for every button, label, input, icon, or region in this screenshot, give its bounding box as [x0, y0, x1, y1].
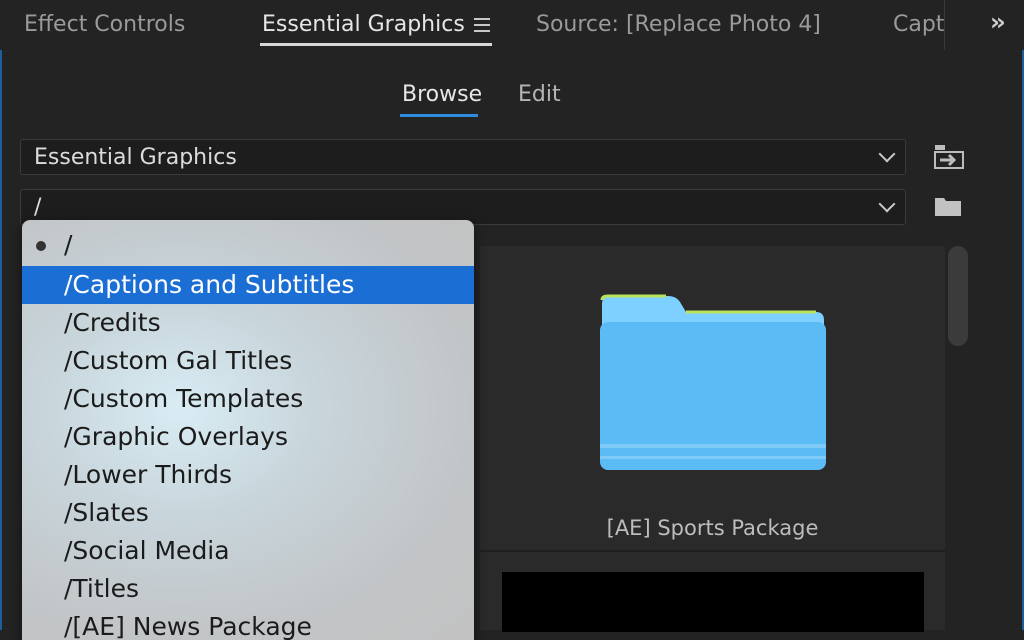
menu-item[interactable]: /: [22, 226, 474, 264]
folder-icon[interactable]: [598, 294, 826, 474]
menu-item-label: /Graphic Overlays: [64, 422, 288, 451]
menu-item-label: /Credits: [64, 308, 161, 337]
folder-dropdown-value: /: [34, 195, 42, 220]
library-dropdown-value: Essential Graphics: [34, 145, 237, 170]
tab-essential-graphics[interactable]: Essential Graphics: [262, 12, 465, 37]
menu-item-label: /[AE] News Package: [64, 612, 312, 640]
subtab-active-indicator: [400, 114, 478, 117]
menu-item-label: /: [64, 230, 73, 259]
menu-item[interactable]: /Captions and Subtitles: [22, 266, 474, 304]
grid-divider: [480, 550, 945, 552]
menu-item[interactable]: /Custom Templates: [22, 380, 474, 418]
tab-source[interactable]: Source: [Replace Photo 4]: [536, 12, 821, 37]
menu-item-label: /Captions and Subtitles: [64, 270, 355, 299]
tab-captions[interactable]: Capt: [893, 12, 944, 37]
menu-item-label: /Lower Thirds: [64, 460, 233, 489]
menu-item-label: /Custom Templates: [64, 384, 304, 413]
template-thumbnail[interactable]: [502, 572, 924, 632]
menu-item[interactable]: /[AE] News Package: [22, 608, 474, 640]
library-dropdown[interactable]: Essential Graphics: [20, 139, 906, 175]
panel-tab-bar: Effect Controls Essential Graphics Sourc…: [0, 0, 1024, 50]
menu-item[interactable]: /Custom Gal Titles: [22, 342, 474, 380]
menu-item[interactable]: /Credits: [22, 304, 474, 342]
menu-item[interactable]: /Titles: [22, 570, 474, 608]
menu-item-label: /Social Media: [64, 536, 230, 565]
panel-menu-icon[interactable]: [474, 18, 490, 32]
active-tab-indicator: [260, 43, 492, 46]
chevron-down-icon: [878, 195, 896, 213]
folder-popup-menu: / /Captions and Subtitles /Credits /Cust…: [22, 220, 474, 640]
menu-item[interactable]: /Lower Thirds: [22, 456, 474, 494]
menu-item-label: /Slates: [64, 498, 149, 527]
scrollbar-thumb[interactable]: [948, 246, 968, 346]
menu-item[interactable]: /Graphic Overlays: [22, 418, 474, 456]
chevron-down-icon: [878, 145, 896, 163]
tab-overflow-icon[interactable]: ››: [990, 8, 1006, 36]
install-template-icon[interactable]: [934, 144, 964, 172]
menu-item-label: /Custom Gal Titles: [64, 346, 293, 375]
menu-item-label: /Titles: [64, 574, 140, 603]
menu-item[interactable]: /Social Media: [22, 532, 474, 570]
tab-separator: [944, 0, 945, 50]
menu-item[interactable]: /Slates: [22, 494, 474, 532]
grid-item-label[interactable]: [AE] Sports Package: [480, 516, 945, 540]
new-folder-icon[interactable]: [934, 194, 962, 218]
checked-bullet-icon: [36, 241, 46, 251]
tab-effect-controls[interactable]: Effect Controls: [24, 12, 185, 37]
subtab-edit[interactable]: Edit: [518, 82, 561, 107]
subtab-browse[interactable]: Browse: [402, 82, 482, 107]
